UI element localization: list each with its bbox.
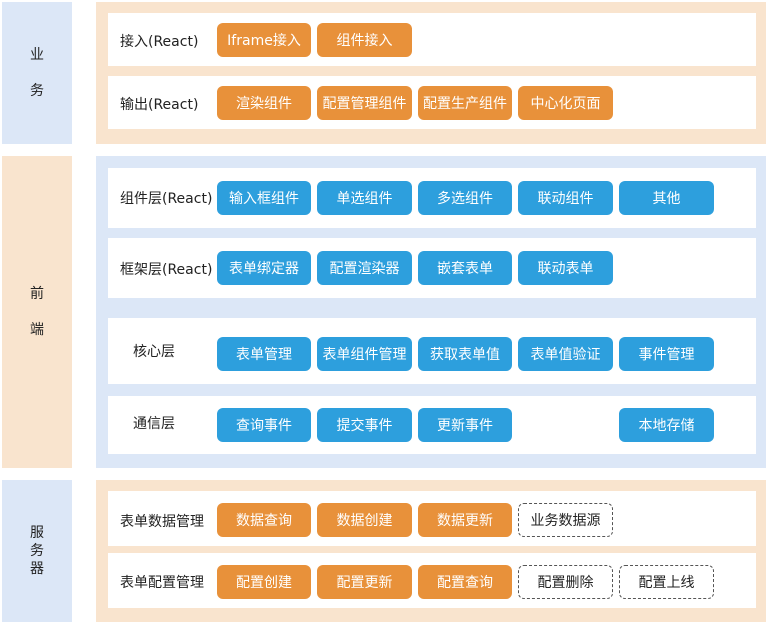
- row-core-layer-label: 核心层: [133, 344, 175, 360]
- chip-config-online[interactable]: 配置上线: [619, 565, 714, 599]
- service-char-3: 器: [30, 561, 44, 577]
- row-form-data-management: 表单数据管理 数据查询 数据创建 数据更新 业务数据源: [108, 491, 756, 546]
- chip-config-update[interactable]: 配置更新: [317, 565, 412, 599]
- chip-update-event[interactable]: 更新事件: [418, 408, 512, 442]
- row-component-layer: 组件层(React) 输入框组件 单选组件 多选组件 联动组件 其他: [108, 168, 756, 228]
- chip-render-component[interactable]: 渲染组件: [217, 86, 311, 120]
- chip-config-produce-component[interactable]: 配置生产组件: [418, 86, 512, 120]
- chip-event-management[interactable]: 事件管理: [619, 337, 714, 371]
- chip-get-form-value[interactable]: 获取表单值: [418, 337, 512, 371]
- frontend-side-label: 前 端: [2, 156, 72, 468]
- service-side-label: 服 务 器: [2, 480, 72, 622]
- business-char-2: 务: [30, 83, 44, 99]
- row-component-layer-label: 组件层(React): [120, 191, 213, 207]
- chip-form-component-management[interactable]: 表单组件管理: [317, 337, 412, 371]
- chip-query-event[interactable]: 查询事件: [217, 408, 311, 442]
- chip-checkbox-component[interactable]: 多选组件: [418, 181, 512, 215]
- chip-other[interactable]: 其他: [619, 181, 714, 215]
- chip-submit-event[interactable]: 提交事件: [317, 408, 412, 442]
- row-access: 接入(React) Iframe接入 组件接入: [108, 13, 756, 66]
- frontend-char-1: 前: [30, 286, 44, 302]
- business-char-1: 业: [30, 47, 44, 63]
- chip-config-create[interactable]: 配置创建: [217, 565, 311, 599]
- chip-input-component[interactable]: 输入框组件: [217, 181, 311, 215]
- row-form-data-management-label: 表单数据管理: [120, 514, 204, 530]
- row-framework-layer-label: 框架层(React): [120, 262, 213, 278]
- row-access-label: 接入(React): [120, 34, 199, 50]
- chip-linkage-form[interactable]: 联动表单: [518, 251, 613, 285]
- row-form-config-management: 表单配置管理 配置创建 配置更新 配置查询 配置删除 配置上线: [108, 553, 756, 608]
- row-communication-layer: 通信层 查询事件 提交事件 更新事件 本地存储: [108, 396, 756, 454]
- chip-config-renderer[interactable]: 配置渲染器: [317, 251, 412, 285]
- row-form-config-management-label: 表单配置管理: [120, 575, 204, 591]
- service-char-1: 服: [30, 525, 44, 541]
- row-output-label: 输出(React): [120, 97, 199, 113]
- frontend-char-2: 端: [30, 322, 44, 338]
- chip-form-binder[interactable]: 表单绑定器: [217, 251, 311, 285]
- chip-central-page[interactable]: 中心化页面: [518, 86, 613, 120]
- chip-form-management[interactable]: 表单管理: [217, 337, 311, 371]
- chip-business-data-source[interactable]: 业务数据源: [518, 503, 613, 537]
- chip-data-update[interactable]: 数据更新: [418, 503, 512, 537]
- chip-data-create[interactable]: 数据创建: [317, 503, 412, 537]
- chip-nested-form[interactable]: 嵌套表单: [418, 251, 512, 285]
- chip-config-manage-component[interactable]: 配置管理组件: [317, 86, 412, 120]
- chip-config-query[interactable]: 配置查询: [418, 565, 512, 599]
- row-framework-layer: 框架层(React) 表单绑定器 配置渲染器 嵌套表单 联动表单: [108, 238, 756, 298]
- chip-iframe-access[interactable]: Iframe接入: [217, 23, 311, 57]
- chip-form-value-validation[interactable]: 表单值验证: [518, 337, 613, 371]
- chip-component-access[interactable]: 组件接入: [317, 23, 412, 57]
- business-side-label: 业 务: [2, 2, 72, 144]
- chip-linkage-component[interactable]: 联动组件: [518, 181, 613, 215]
- chip-config-delete[interactable]: 配置删除: [518, 565, 613, 599]
- row-output: 输出(React) 渲染组件 配置管理组件 配置生产组件 中心化页面: [108, 76, 756, 129]
- chip-data-query[interactable]: 数据查询: [217, 503, 311, 537]
- row-core-layer: 核心层 表单管理 表单组件管理 获取表单值 表单值验证 事件管理: [108, 318, 756, 384]
- service-char-2: 务: [30, 543, 44, 559]
- chip-local-storage[interactable]: 本地存储: [619, 408, 714, 442]
- row-communication-layer-label: 通信层: [133, 416, 175, 432]
- chip-radio-component[interactable]: 单选组件: [317, 181, 412, 215]
